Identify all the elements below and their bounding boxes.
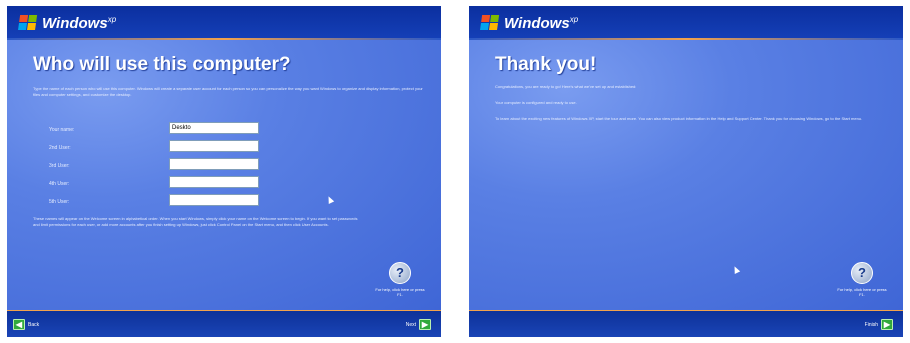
header-bar: Windowsxp [469, 6, 903, 40]
ready-text: Your computer is configured and ready to… [495, 100, 577, 105]
user-row: 3rd User: [49, 158, 279, 176]
finish-label: Finish [864, 321, 878, 328]
brand-mark: xp [107, 14, 117, 24]
help-button[interactable]: ? For help, click here or press F1. [373, 262, 427, 297]
user-label: 4th User: [49, 181, 70, 187]
footer-bar: ◀ Back Next ▶ [7, 310, 441, 337]
user-3-input[interactable] [169, 158, 259, 170]
finish-arrow-icon: ▶ [881, 319, 893, 330]
user-5-input[interactable] [169, 194, 259, 206]
user-label: 2nd User: [49, 145, 71, 151]
user-label: Your name: [49, 127, 75, 133]
windows-logo: Windowsxp [18, 12, 117, 34]
question-mark-icon: ? [851, 262, 873, 284]
brand-mark: xp [569, 14, 579, 24]
brand-name: Windows [42, 14, 108, 32]
user-label: 5th User: [49, 199, 70, 205]
page-title: Who will use this computer? [33, 54, 291, 75]
note-text: These names will appear on the Welcome s… [33, 216, 358, 227]
back-button[interactable]: ◀ Back [13, 319, 39, 330]
user-row: 4th User: [49, 176, 279, 194]
intro-text: Type the name of each person who will us… [33, 86, 423, 97]
user-row: 2nd User: [49, 140, 279, 158]
footer-bar: Finish ▶ [469, 310, 903, 337]
back-arrow-icon: ◀ [13, 319, 25, 330]
user-row: 5th User: [49, 194, 279, 212]
learn-more-text: To learn about the exciting new features… [495, 116, 863, 121]
user-4-input[interactable] [169, 176, 259, 188]
windows-flag-icon [480, 15, 500, 31]
footer-divider [469, 310, 903, 311]
back-label: Back [28, 321, 40, 328]
finish-button[interactable]: Finish ▶ [865, 319, 893, 330]
footer-divider [7, 310, 441, 311]
windows-flag-icon [18, 15, 38, 31]
content-area: Thank you! Congratulations, you are read… [469, 40, 903, 310]
next-button[interactable]: Next ▶ [406, 319, 431, 330]
help-text: For help, click here or press F1. [375, 287, 425, 297]
user-2-input[interactable] [169, 140, 259, 152]
page-title: Thank you! [495, 54, 597, 75]
next-label: Next [405, 321, 416, 328]
user-row: Your name: Deskto [49, 122, 279, 140]
setup-screen-thank-you: Windowsxp Thank you! Congratulations, yo… [469, 6, 903, 337]
help-button[interactable]: ? For help, click here or press F1. [835, 262, 889, 297]
content-area: Who will use this computer? Type the nam… [7, 40, 441, 310]
your-name-input[interactable]: Deskto [169, 122, 259, 134]
setup-screen-users: Windowsxp Who will use this computer? Ty… [7, 6, 441, 337]
next-arrow-icon: ▶ [419, 319, 431, 330]
user-label: 3rd User: [49, 163, 70, 169]
question-mark-icon: ? [389, 262, 411, 284]
user-list: Your name: Deskto 2nd User: 3rd User: 4t… [49, 122, 279, 212]
brand-name: Windows [504, 14, 570, 32]
congrats-text: Congratulations, you are ready to go! He… [495, 84, 637, 89]
mouse-pointer-icon [325, 195, 335, 204]
windows-logo: Windowsxp [480, 12, 579, 34]
help-text: For help, click here or press F1. [837, 287, 887, 297]
header-bar: Windowsxp [7, 6, 441, 40]
mouse-pointer-icon [731, 265, 741, 274]
